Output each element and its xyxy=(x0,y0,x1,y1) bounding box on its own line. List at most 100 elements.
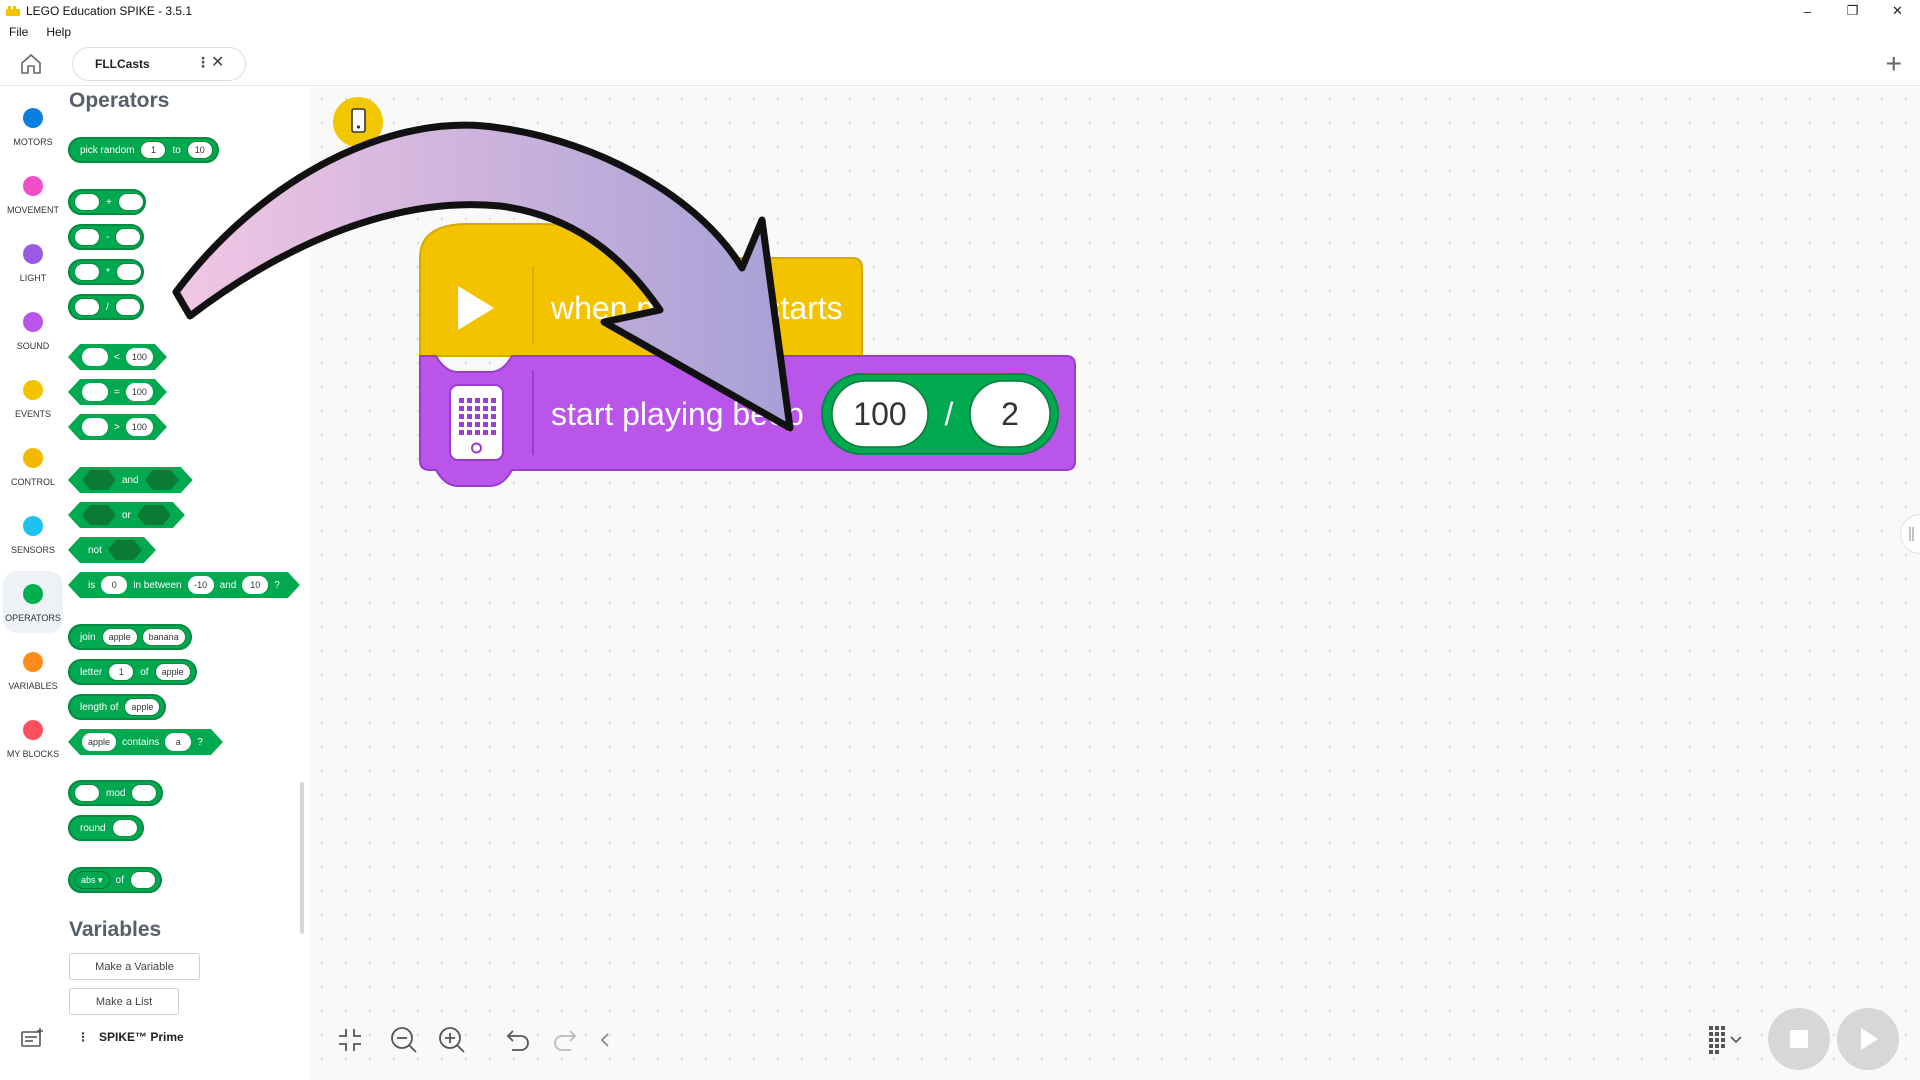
movement-dot-icon xyxy=(23,176,43,196)
control-dot-icon xyxy=(23,448,43,468)
divide-block[interactable]: / xyxy=(68,294,144,320)
run-button[interactable] xyxy=(1837,1008,1899,1070)
zoom-out-button[interactable] xyxy=(388,1024,420,1056)
category-light[interactable]: LIGHT xyxy=(3,231,63,293)
multiply-block[interactable]: * xyxy=(68,259,144,285)
letter-of-block[interactable]: letter 1 of apple xyxy=(68,659,197,685)
minimize-button[interactable]: – xyxy=(1785,0,1830,22)
collapse-icon xyxy=(339,1029,361,1051)
category-sidebar: MOTORS MOVEMENT LIGHT SOUND EVENTS CONTR… xyxy=(0,87,66,1080)
lego-logo-icon xyxy=(6,6,20,16)
beep-block-label[interactable]: start playing beep xyxy=(551,396,804,433)
operand-a-value[interactable]: 100 xyxy=(832,396,928,433)
operators-dot-icon xyxy=(23,584,43,604)
home-icon xyxy=(21,54,41,74)
undo-icon xyxy=(506,1030,529,1051)
side-panel-handle[interactable] xyxy=(1900,514,1920,554)
not-block[interactable]: not xyxy=(68,537,156,563)
redo-button[interactable] xyxy=(549,1024,581,1056)
menu-help[interactable]: Help xyxy=(37,22,80,42)
category-my-blocks[interactable]: MY BLOCKS xyxy=(3,707,63,769)
tab-bar: FLLCasts ⋮ ✕ + xyxy=(0,42,1920,86)
category-sensors[interactable]: SENSORS xyxy=(3,503,63,565)
tab-menu-icon[interactable]: ⋮ xyxy=(196,54,210,71)
make-list-button[interactable]: Make a List xyxy=(69,988,179,1015)
stop-icon xyxy=(1790,1030,1808,1048)
tab-close-icon[interactable]: ✕ xyxy=(211,52,224,72)
code-canvas[interactable] xyxy=(310,87,1920,1080)
zoom-out-icon xyxy=(391,1027,417,1053)
program-type-selector[interactable] xyxy=(1700,1024,1750,1056)
round-block[interactable]: round xyxy=(68,815,144,841)
light-dot-icon xyxy=(23,244,43,264)
category-events[interactable]: EVENTS xyxy=(3,367,63,429)
pick-random-block[interactable]: pick random 1 to 10 xyxy=(68,137,219,163)
and-block[interactable]: and xyxy=(68,467,193,493)
palette-scrollbar[interactable] xyxy=(300,782,304,934)
mod-block[interactable]: mod xyxy=(68,780,164,806)
home-button[interactable] xyxy=(17,50,45,78)
zoom-in-button[interactable] xyxy=(436,1024,468,1056)
in-between-block[interactable]: is 0 in between -10 and 10 ? xyxy=(68,572,300,598)
less-than-block[interactable]: <100 xyxy=(68,344,167,370)
operand-b-value[interactable]: 2 xyxy=(970,396,1050,433)
palette-heading-variables: Variables xyxy=(69,918,162,941)
greater-than-block[interactable]: >100 xyxy=(68,414,167,440)
equals-block[interactable]: = 100 xyxy=(68,379,167,405)
close-window-button[interactable]: ✕ xyxy=(1875,0,1920,22)
redo-icon xyxy=(554,1030,577,1051)
subtract-block[interactable]: - xyxy=(68,224,144,250)
category-variables[interactable]: VARIABLES xyxy=(3,639,63,701)
category-movement[interactable]: MOVEMENT xyxy=(3,163,63,225)
category-sound[interactable]: SOUND xyxy=(3,299,63,361)
menu-bar: File Help xyxy=(0,22,80,42)
or-block[interactable]: or xyxy=(68,502,185,528)
hub-selector[interactable]: ⋮ SPIKE™ Prime xyxy=(77,1030,184,1044)
new-project-button[interactable]: + xyxy=(1886,48,1902,80)
window-controls: – ❐ ✕ xyxy=(1785,0,1920,22)
hub-bar: ⋮ SPIKE™ Prime xyxy=(0,1018,310,1080)
variables-dot-icon xyxy=(23,652,43,672)
more-vertical-icon[interactable]: ⋮ xyxy=(77,1030,89,1044)
pick-random-to-input[interactable]: 10 xyxy=(186,141,213,159)
hub-device-icon xyxy=(351,108,366,133)
sound-dot-icon xyxy=(23,312,43,332)
abs-dropdown[interactable]: abs ▾ xyxy=(74,871,110,889)
title-bar: LEGO Education SPIKE - 3.5.1 – ❐ ✕ xyxy=(0,0,1920,22)
menu-file[interactable]: File xyxy=(0,22,37,42)
window-title: LEGO Education SPIKE - 3.5.1 xyxy=(26,4,193,18)
divide-operator-label: / xyxy=(944,396,954,432)
extensions-icon[interactable] xyxy=(20,1026,46,1050)
hat-block-label[interactable]: when program starts xyxy=(551,290,843,327)
make-variable-button[interactable]: Make a Variable xyxy=(69,953,200,980)
play-icon xyxy=(1861,1028,1878,1050)
length-of-block[interactable]: length of apple xyxy=(68,694,167,720)
undo-button[interactable] xyxy=(502,1024,534,1056)
my-blocks-dot-icon xyxy=(23,720,43,740)
device-badge xyxy=(333,97,383,147)
maximize-button[interactable]: ❐ xyxy=(1830,0,1875,22)
category-motors[interactable]: MOTORS xyxy=(3,95,63,157)
category-control[interactable]: CONTROL xyxy=(3,435,63,497)
category-operators[interactable]: OPERATORS xyxy=(3,571,63,633)
grip-icon xyxy=(1909,527,1914,541)
pick-random-from-input[interactable]: 1 xyxy=(140,141,167,159)
motors-dot-icon xyxy=(23,108,43,128)
abs-of-block[interactable]: abs ▾ of xyxy=(68,867,162,893)
palette-heading-operators: Operators xyxy=(69,89,170,112)
hub-name: SPIKE™ Prime xyxy=(99,1030,184,1044)
zoom-in-icon xyxy=(439,1027,465,1053)
project-tab-label: FLLCasts xyxy=(95,57,150,71)
chevron-down-icon xyxy=(1730,1036,1742,1044)
join-block[interactable]: join apple banana xyxy=(68,624,192,650)
events-dot-icon xyxy=(23,380,43,400)
fit-to-screen-button[interactable] xyxy=(334,1024,366,1056)
chevron-left-icon xyxy=(600,1033,609,1047)
project-tab[interactable]: FLLCasts ⋮ ✕ xyxy=(72,47,246,81)
block-palette: Operators pick random 1 to 10 + - * / <1… xyxy=(66,87,310,1080)
add-block[interactable]: + xyxy=(68,189,146,215)
stop-button[interactable] xyxy=(1768,1008,1830,1070)
collapse-toolbar-button[interactable] xyxy=(589,1024,621,1056)
grid-blocks-icon xyxy=(1709,1026,1725,1054)
contains-block[interactable]: apple contains a ? xyxy=(68,729,223,755)
